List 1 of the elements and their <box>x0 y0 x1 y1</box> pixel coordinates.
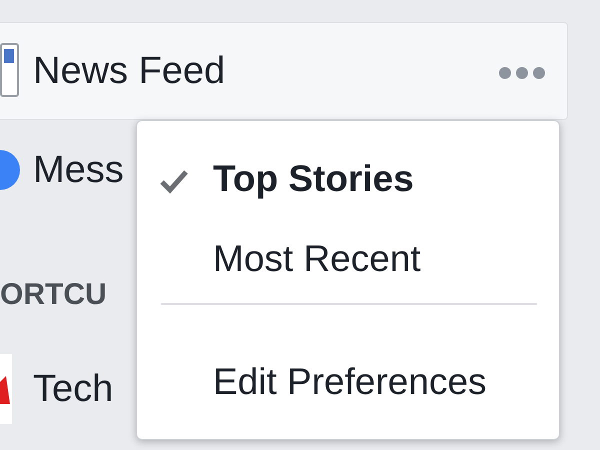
section-title: ORTCU <box>0 277 107 313</box>
